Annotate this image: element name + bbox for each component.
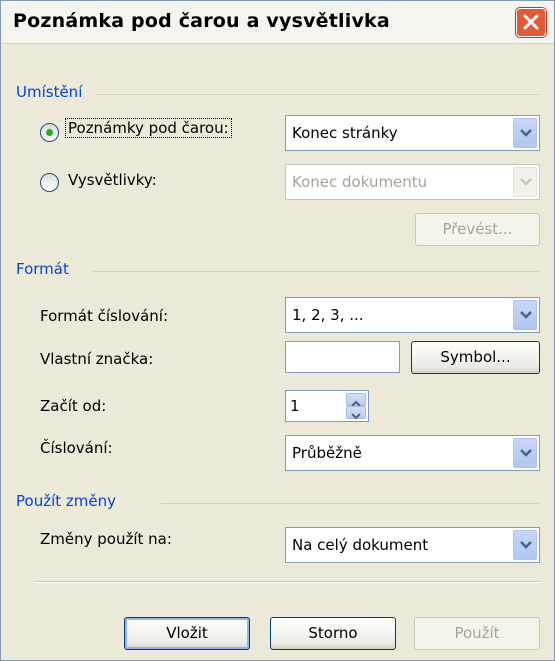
footnotes-radio[interactable]: [40, 123, 59, 142]
footnote-dialog: Poznámka pod čarou a vysvětlivka Umístěn…: [0, 0, 555, 661]
number-format-value: 1, 2, 3, ...: [292, 306, 364, 324]
footnotes-location-select[interactable]: Konec stránky: [285, 115, 540, 151]
spinner-up-button[interactable]: [346, 393, 366, 407]
apply-button: Použít: [414, 617, 540, 650]
start-at-value: 1: [290, 397, 300, 415]
chevron-down-icon: [351, 413, 361, 420]
spinner-down-button[interactable]: [346, 406, 366, 420]
chevron-down-icon: [513, 167, 537, 197]
endnotes-location-value: Konec dokumentu: [292, 173, 428, 191]
format-group-line: [93, 271, 539, 272]
footnotes-label-text: Poznámky pod čarou:: [65, 118, 232, 138]
format-group-title: Formát: [16, 260, 69, 278]
dialog-title: Poznámka pod čarou a vysvětlivka: [13, 10, 390, 32]
separator: [35, 581, 540, 583]
apply-to-label: Změny použít na:: [40, 530, 172, 548]
endnotes-label[interactable]: Vysvětlivky:: [68, 171, 157, 189]
radio-selected-dot: [46, 129, 53, 136]
numbering-select[interactable]: Průběžně: [285, 435, 540, 471]
endnotes-location-select: Konec dokumentu: [285, 164, 540, 200]
apply-group-line: [161, 503, 539, 504]
chevron-down-icon[interactable]: [513, 438, 537, 468]
apply-to-select[interactable]: Na celý dokument: [285, 527, 540, 563]
custom-mark-label: Vlastní značka:: [40, 350, 154, 368]
apply-to-value: Na celý dokument: [292, 536, 429, 554]
placement-group-line: [95, 94, 539, 95]
number-format-select[interactable]: 1, 2, 3, ...: [285, 297, 540, 333]
custom-mark-input[interactable]: [285, 341, 400, 373]
chevron-down-icon[interactable]: [513, 530, 537, 560]
start-at-spinner[interactable]: 1: [285, 390, 369, 422]
apply-group-title: Použít změny: [16, 492, 116, 510]
footnotes-location-value: Konec stránky: [292, 124, 398, 142]
symbol-button[interactable]: Symbol...: [411, 341, 540, 374]
number-format-label: Formát číslování:: [40, 307, 168, 325]
chevron-down-icon[interactable]: [513, 300, 537, 330]
endnotes-radio[interactable]: [40, 173, 59, 192]
start-at-label: Začít od:: [40, 397, 107, 415]
insert-button[interactable]: Vložit: [124, 617, 250, 650]
cancel-button[interactable]: Storno: [270, 617, 396, 650]
spinner-buttons: [346, 393, 366, 420]
footnotes-label[interactable]: Poznámky pod čarou:: [65, 118, 232, 138]
chevron-down-icon[interactable]: [513, 118, 537, 148]
convert-button: Převést...: [415, 213, 540, 246]
numbering-label: Číslování:: [40, 439, 113, 457]
placement-group-title: Umístění: [16, 83, 83, 101]
numbering-value: Průběžně: [292, 444, 362, 462]
close-button[interactable]: [516, 8, 546, 37]
title-bar: Poznámka pod čarou a vysvětlivka: [1, 1, 554, 44]
